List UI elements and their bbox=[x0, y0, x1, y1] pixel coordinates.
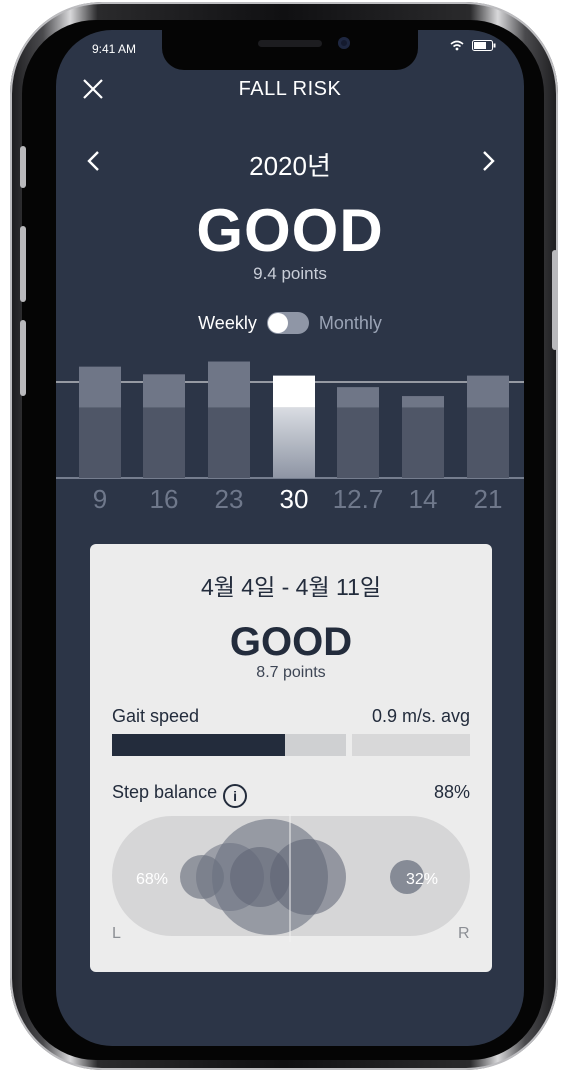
chevron-right-icon[interactable] bbox=[482, 150, 496, 172]
step-balance-value: 88% bbox=[433, 782, 470, 802]
chart-x-label[interactable]: 21 bbox=[458, 484, 518, 515]
risk-points: 9.4 points bbox=[253, 264, 327, 283]
period-switch[interactable] bbox=[266, 312, 309, 334]
chart-bar-upper bbox=[337, 387, 379, 408]
chart-x-label[interactable]: 14 bbox=[393, 484, 453, 515]
chart-x-label[interactable]: 12.7 bbox=[328, 484, 388, 515]
chart-x-label[interactable]: 30 bbox=[264, 484, 324, 515]
risk-status: GOOD bbox=[196, 197, 384, 264]
period-toggle: Weekly Monthly bbox=[56, 312, 524, 334]
balance-blob bbox=[270, 839, 346, 915]
card-date-range: 4월 4일 - 4월 11일 bbox=[200, 574, 382, 600]
week-detail-card: 4월 4일 - 4월 11일 GOOD 8.7 points Gait spee… bbox=[90, 544, 492, 972]
gait-speed-value: 0.9 m/s. avg bbox=[371, 706, 470, 726]
chart-bar-16[interactable] bbox=[143, 374, 185, 478]
chart-bar-12.7[interactable] bbox=[337, 387, 379, 478]
notch bbox=[162, 30, 418, 70]
weekly-bar-chart bbox=[56, 361, 524, 479]
card-status: GOOD bbox=[229, 620, 353, 664]
switch-knob bbox=[267, 313, 288, 333]
toggle-weekly-label[interactable]: Weekly bbox=[198, 313, 257, 334]
right-side-label: R bbox=[458, 925, 470, 942]
chart-bar-upper bbox=[402, 396, 444, 408]
wifi-icon bbox=[450, 40, 464, 51]
step-balance-plot: 68% 32% L R bbox=[112, 814, 470, 942]
step-balance-label: Step balance bbox=[112, 782, 218, 802]
left-side-label: L bbox=[112, 925, 121, 942]
chart-bar-lower bbox=[402, 407, 444, 478]
info-icon[interactable]: i bbox=[223, 784, 248, 808]
battery-icon bbox=[472, 40, 496, 51]
gait-speed-bar bbox=[112, 734, 346, 756]
app-screen: 9:41 AM FALL RISK 2020년 GOOD 9.4 points … bbox=[56, 30, 524, 1046]
chart-x-label[interactable]: 9 bbox=[70, 484, 130, 515]
chart-bar-lower bbox=[143, 407, 185, 478]
power-button bbox=[552, 250, 558, 350]
chart-bar-30[interactable] bbox=[273, 375, 315, 478]
card-points: 8.7 points bbox=[256, 664, 326, 681]
chart-bar-lower bbox=[208, 407, 250, 478]
chart-bar-upper bbox=[79, 366, 121, 408]
volume-up-button bbox=[20, 226, 26, 302]
chart-x-label[interactable]: 23 bbox=[199, 484, 259, 515]
year-label: 2020년 bbox=[249, 151, 331, 181]
status-time: 9:41 AM bbox=[92, 42, 137, 56]
front-camera bbox=[338, 37, 350, 49]
gait-speed-reference-bar bbox=[352, 734, 470, 756]
chart-bar-upper bbox=[273, 375, 315, 408]
chart-bar-9[interactable] bbox=[79, 366, 121, 478]
chart-bar-lower bbox=[79, 407, 121, 478]
chart-bar-lower bbox=[337, 407, 379, 478]
page-title: FALL RISK bbox=[238, 78, 342, 100]
chart-bar-upper bbox=[143, 374, 185, 408]
status-icons bbox=[450, 40, 496, 51]
chart-bar-lower bbox=[273, 407, 315, 478]
gait-speed-label: Gait speed bbox=[112, 706, 200, 726]
chart-bar-14[interactable] bbox=[402, 396, 444, 478]
speaker bbox=[258, 40, 322, 47]
chart-bar-lower bbox=[467, 407, 509, 478]
chart-x-label[interactable]: 16 bbox=[134, 484, 194, 515]
mute-switch bbox=[20, 146, 26, 188]
toggle-monthly-label[interactable]: Monthly bbox=[319, 313, 382, 334]
left-percentage: 68% bbox=[136, 871, 168, 888]
chart-bar-23[interactable] bbox=[208, 361, 250, 478]
chart-bar-upper bbox=[208, 361, 250, 408]
chart-bar-21[interactable] bbox=[467, 375, 509, 478]
right-percentage: 32% bbox=[406, 871, 438, 888]
step-balance-label-row: Step balance i bbox=[112, 782, 248, 808]
gait-speed-fill bbox=[112, 734, 286, 756]
volume-down-button bbox=[20, 320, 26, 396]
chart-bar-upper bbox=[467, 375, 509, 408]
